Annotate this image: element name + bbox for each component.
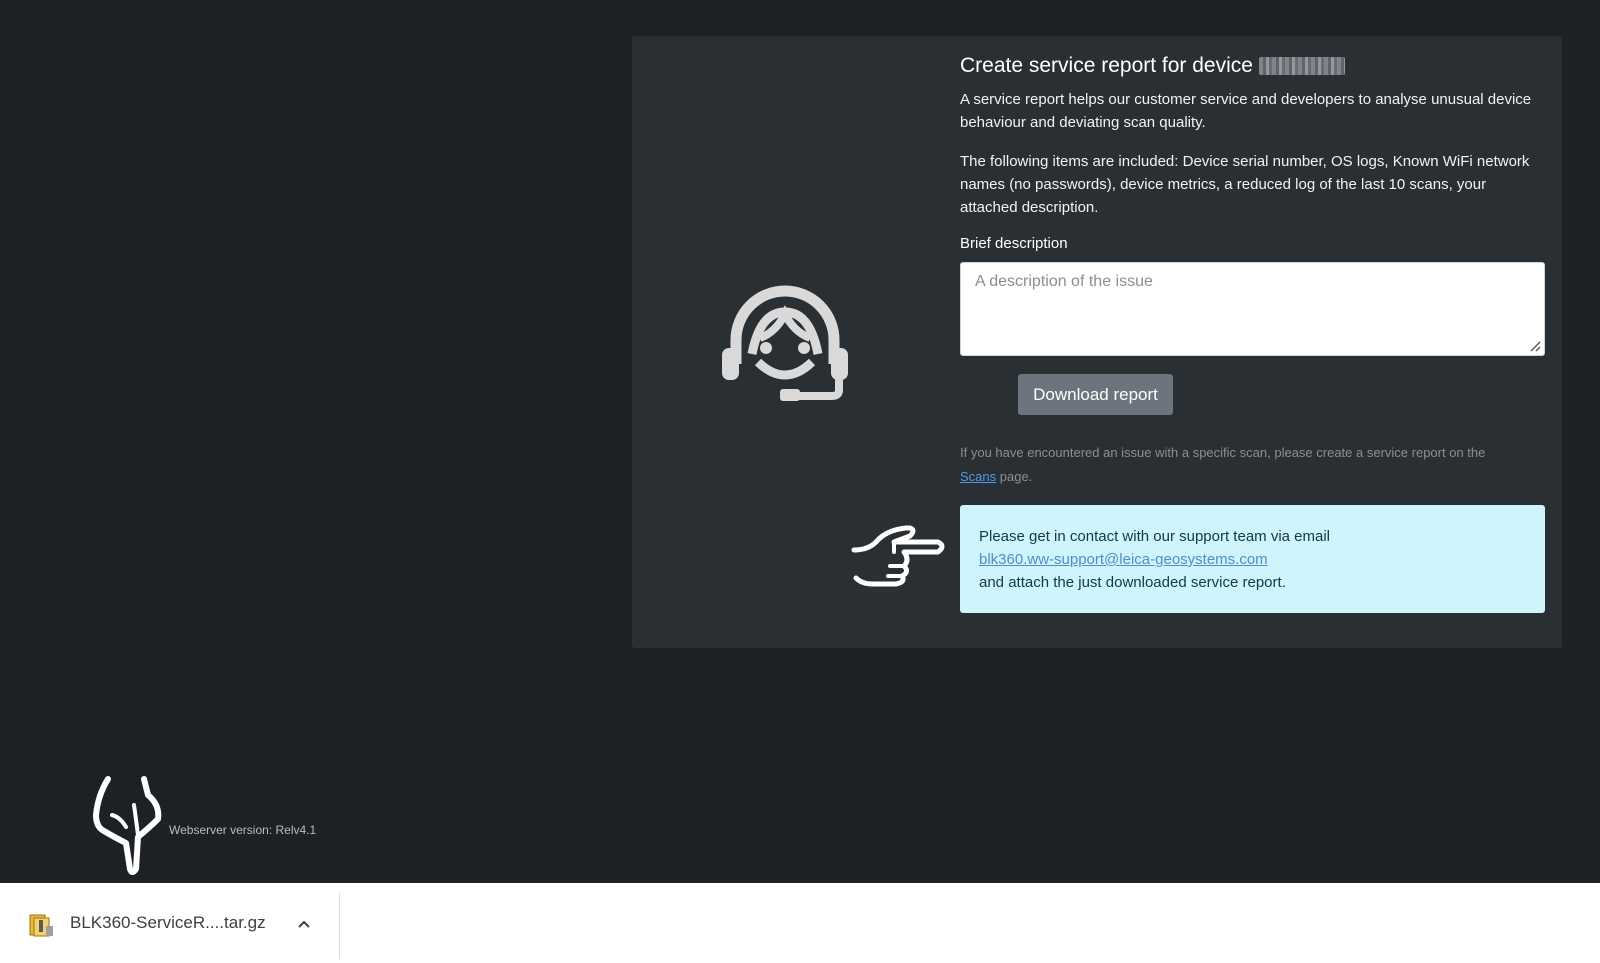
resize-grip-icon[interactable] xyxy=(1529,340,1541,352)
download-file-name: BLK360-ServiceR....tar.gz xyxy=(70,913,266,932)
scans-link[interactable]: Scans xyxy=(960,469,996,484)
contact-line-attach: and attach the just downloaded service r… xyxy=(979,574,1286,591)
report-form: Create service report for device A servi… xyxy=(960,54,1545,613)
support-email-link[interactable]: blk360.ww-support@leica-geosystems.com xyxy=(979,551,1268,568)
download-divider xyxy=(339,893,340,959)
support-contact-alert: Please get in contact with our support t… xyxy=(960,505,1545,613)
browser-download-bar: BLK360-ServiceR....tar.gz xyxy=(0,883,1600,963)
description-placeholder: A description of the issue xyxy=(975,273,1153,290)
description-label: Brief description xyxy=(960,235,1068,252)
download-item[interactable]: BLK360-ServiceR....tar.gz xyxy=(0,883,340,963)
title-text: Create service report for device xyxy=(960,54,1253,77)
included-items-text: The following items are included: Device… xyxy=(960,153,1530,216)
pointing-hand-down-icon xyxy=(93,776,162,875)
webserver-version: Webserver version: Relv4.1 xyxy=(169,823,317,837)
pointing-hand-right-icon xyxy=(851,525,945,587)
page-title: Create service report for device xyxy=(960,54,1545,78)
chevron-up-icon[interactable] xyxy=(296,916,312,932)
contact-line: Please get in contact with our support t… xyxy=(979,528,1331,545)
download-report-button[interactable]: Download report xyxy=(1018,374,1173,415)
scan-report-hint: If you have encountered an issue with a … xyxy=(960,441,1545,489)
device-serial-redacted xyxy=(1258,57,1345,75)
service-report-card: Create service report for device A servi… xyxy=(632,36,1562,648)
hint-text-end: page. xyxy=(999,469,1033,484)
archive-file-icon xyxy=(29,914,53,937)
intro-text: A service report helps our customer serv… xyxy=(960,91,1532,131)
support-agent-icon xyxy=(722,285,848,401)
description-textarea[interactable]: A description of the issue xyxy=(960,262,1545,356)
hint-text: If you have encountered an issue with a … xyxy=(960,445,1486,460)
